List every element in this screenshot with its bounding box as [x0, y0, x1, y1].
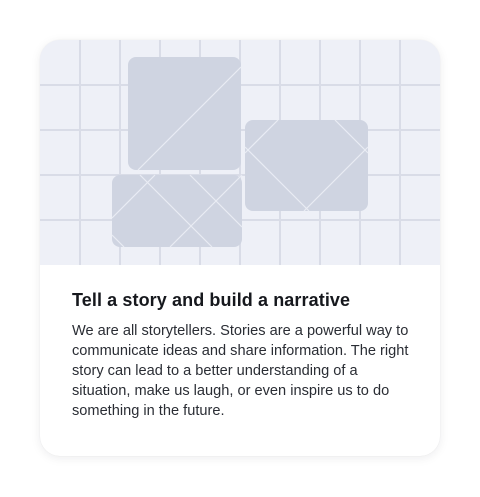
placeholder-tile-large — [128, 57, 242, 171]
card-illustration — [40, 40, 440, 265]
story-card[interactable]: Tell a story and build a narrative We ar… — [40, 40, 440, 456]
card-description: We are all storytellers. Stories are a p… — [72, 323, 409, 419]
card-title: Tell a story and build a narrative — [72, 290, 351, 310]
card-content: Tell a story and build a narrative We ar… — [72, 288, 412, 421]
placeholder-tile-bottom — [111, 174, 243, 248]
placeholder-tile-right — [244, 119, 369, 212]
image-placeholder-icon — [40, 40, 440, 265]
